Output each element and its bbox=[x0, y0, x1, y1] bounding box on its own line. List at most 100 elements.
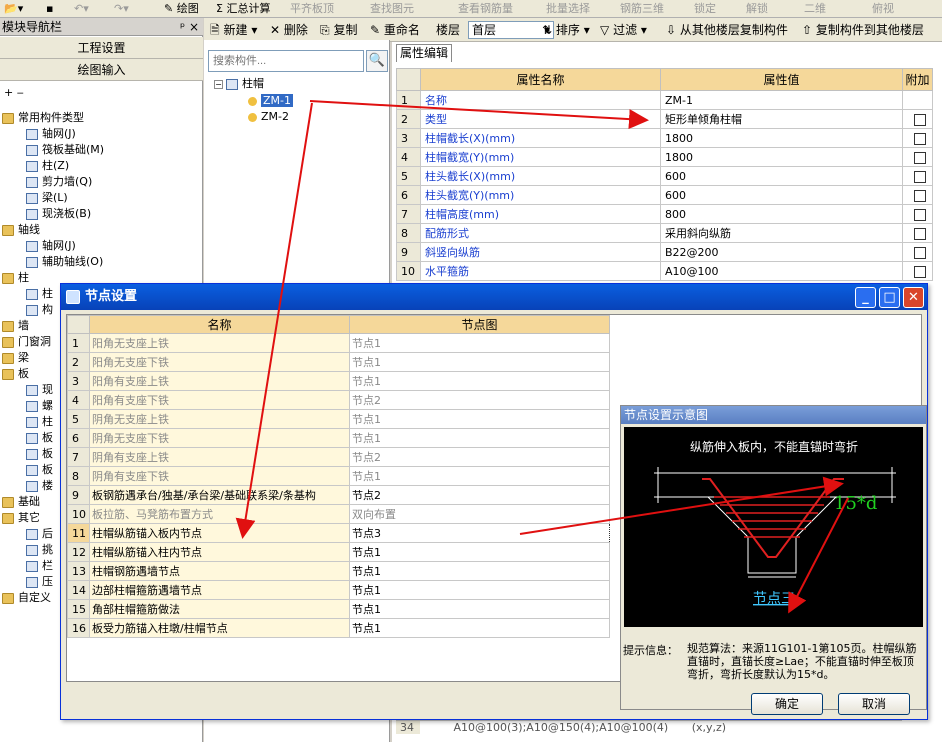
tree-item[interactable]: 轴网(J) bbox=[26, 126, 76, 142]
tree-folder[interactable]: 基础 bbox=[2, 494, 40, 510]
table-row[interactable]: 14 边部柱帽箍筋遇墙节点 节点1 bbox=[67, 580, 610, 600]
tree-folder[interactable]: 板 bbox=[2, 366, 29, 382]
table-row[interactable]: 6 柱头截宽(Y)(mm) 600 bbox=[396, 185, 933, 205]
property-value[interactable]: 1800 bbox=[660, 147, 903, 167]
unlock-button[interactable]: 解锁 bbox=[746, 1, 768, 17]
filter-button[interactable]: ▽ 过滤 ▾ bbox=[600, 22, 647, 38]
table-row[interactable]: 9 板钢筋遇承台/独基/承台梁/基础联系梁/条基构 节点2 bbox=[67, 485, 610, 505]
node-value[interactable]: 节点1 bbox=[349, 599, 610, 619]
find-element-button[interactable]: 查找图元 bbox=[370, 1, 414, 17]
property-value[interactable]: 采用斜向纵筋 bbox=[660, 223, 903, 243]
node-value[interactable]: 节点1 bbox=[349, 333, 610, 353]
tree-item[interactable]: 挑 bbox=[26, 542, 53, 558]
view-2d-select[interactable]: 二维 bbox=[804, 1, 826, 17]
copy-to-floor-button[interactable]: ⇧ 复制构件到其他楼层 bbox=[802, 22, 924, 38]
close-button[interactable]: ✕ bbox=[903, 287, 924, 308]
table-row[interactable]: 1 阳角无支座上铁 节点1 bbox=[67, 333, 610, 353]
property-value[interactable]: 600 bbox=[660, 185, 903, 205]
node-value[interactable]: 节点1 bbox=[349, 580, 610, 600]
save-icon[interactable]: ▪ bbox=[46, 1, 53, 17]
copy-button[interactable]: ⎘ 复制 bbox=[320, 22, 357, 38]
property-value[interactable]: B22@200 bbox=[660, 242, 903, 262]
table-row[interactable]: 16 板受力筋锚入柱墩/柱帽节点 节点1 bbox=[67, 618, 610, 638]
redo-icon[interactable]: ↷▾ bbox=[114, 1, 129, 17]
tree-folder[interactable]: 常用构件类型 bbox=[2, 110, 84, 126]
tree-item[interactable]: 板 bbox=[26, 446, 53, 462]
tree-item[interactable]: 后 bbox=[26, 526, 53, 542]
table-row[interactable]: 4 柱帽截宽(Y)(mm) 1800 bbox=[396, 147, 933, 167]
tree-item[interactable]: 柱 bbox=[26, 414, 53, 430]
tree-item[interactable]: 板 bbox=[26, 462, 53, 478]
extra-checkbox[interactable] bbox=[913, 151, 926, 164]
table-row[interactable]: 3 阳角有支座上铁 节点1 bbox=[67, 371, 610, 391]
tree-root-zm[interactable]: − 柱帽 bbox=[214, 76, 264, 92]
tree-folder[interactable]: 墙 bbox=[2, 318, 29, 334]
open-icon[interactable]: 📂▾ bbox=[4, 1, 23, 17]
tree-item[interactable]: 构 bbox=[26, 302, 53, 318]
table-row[interactable]: 13 柱帽钢筋遇墙节点 节点1 bbox=[67, 561, 610, 581]
tree-item[interactable]: 螺 bbox=[26, 398, 53, 414]
view-top-select[interactable]: 俯视 bbox=[872, 1, 894, 17]
delete-button[interactable]: ✕ 删除 bbox=[270, 22, 308, 38]
node-value[interactable]: 节点2 bbox=[349, 485, 610, 505]
node-value[interactable]: 节点3 bbox=[349, 523, 610, 543]
tree-item[interactable]: 压 bbox=[26, 574, 53, 590]
extra-checkbox[interactable] bbox=[913, 170, 926, 183]
property-value[interactable]: 矩形单倾角柱帽 bbox=[660, 109, 903, 129]
draw-button[interactable]: ✎ 绘图 bbox=[164, 1, 199, 17]
tree-folder[interactable]: 梁 bbox=[2, 350, 29, 366]
property-value[interactable]: 1800 bbox=[660, 128, 903, 148]
view-rebar-button[interactable]: 查看钢筋量 bbox=[458, 1, 513, 17]
copy-from-floor-button[interactable]: ⇩ 从其他楼层复制构件 bbox=[666, 22, 788, 38]
table-row[interactable]: 4 阳角有支座下铁 节点2 bbox=[67, 390, 610, 410]
undo-icon[interactable]: ↶▾ bbox=[74, 1, 89, 17]
table-row[interactable]: 8 阴角有支座下铁 节点1 bbox=[67, 466, 610, 486]
tree-item[interactable]: 辅助轴线(O) bbox=[26, 254, 103, 270]
table-row[interactable]: 8 配筋形式 采用斜向纵筋 bbox=[396, 223, 933, 243]
node-value[interactable]: 节点1 bbox=[349, 561, 610, 581]
tree-item-zm1[interactable]: ZM-1 bbox=[248, 93, 293, 109]
minimize-button[interactable]: _ bbox=[855, 287, 876, 308]
tree-item[interactable]: 柱(Z) bbox=[26, 158, 69, 174]
table-row[interactable]: 2 阳角无支座下铁 节点1 bbox=[67, 352, 610, 372]
tree-item[interactable]: 梁(L) bbox=[26, 190, 68, 206]
tree-item[interactable]: 轴网(J) bbox=[26, 238, 76, 254]
search-input[interactable] bbox=[208, 50, 364, 72]
tree-folder[interactable]: 轴线 bbox=[2, 222, 40, 238]
summary-calc-button[interactable]: Σ 汇总计算 bbox=[216, 1, 270, 17]
extra-checkbox[interactable] bbox=[913, 132, 926, 145]
collapse-icon[interactable]: − bbox=[214, 79, 223, 89]
table-row[interactable]: 5 阴角无支座上铁 节点1 bbox=[67, 409, 610, 429]
table-row[interactable]: 15 角部柱帽箍筋做法 节点1 bbox=[67, 599, 610, 619]
pin-close-icon[interactable]: ᵖ × bbox=[180, 18, 199, 36]
drawing-input-button[interactable]: 绘图输入 bbox=[0, 59, 203, 81]
maximize-button[interactable]: □ bbox=[879, 287, 900, 308]
extra-checkbox[interactable] bbox=[913, 246, 926, 259]
extra-checkbox[interactable] bbox=[913, 208, 926, 221]
table-row[interactable]: 9 斜竖向纵筋 B22@200 bbox=[396, 242, 933, 262]
table-row[interactable]: 5 柱头截长(X)(mm) 600 bbox=[396, 166, 933, 186]
tree-item[interactable]: 板 bbox=[26, 430, 53, 446]
tree-folder[interactable]: 自定义 bbox=[2, 590, 51, 606]
table-row[interactable]: 10 水平箍筋 A10@100 bbox=[396, 261, 933, 281]
tree-folder[interactable]: 门窗洞 bbox=[2, 334, 51, 350]
tree-folder[interactable]: 其它 bbox=[2, 510, 40, 526]
sort-button[interactable]: ⇅ 排序 ▾ bbox=[542, 22, 590, 38]
node-value[interactable]: 节点1 bbox=[349, 618, 610, 638]
project-settings-button[interactable]: 工程设置 bbox=[0, 37, 203, 59]
extra-checkbox[interactable] bbox=[913, 189, 926, 202]
table-row[interactable]: 10 板拉筋、马凳筋布置方式 双向布置 bbox=[67, 504, 610, 524]
table-row[interactable]: 1 名称 ZM-1 bbox=[396, 90, 933, 110]
cancel-button[interactable]: 取消 bbox=[838, 693, 910, 715]
table-row[interactable]: 7 阴角有支座上铁 节点2 bbox=[67, 447, 610, 467]
lock-button[interactable]: 锁定 bbox=[694, 1, 716, 17]
table-row[interactable]: 6 阴角无支座下铁 节点1 bbox=[67, 428, 610, 448]
node-value[interactable]: 双向布置 bbox=[349, 504, 610, 524]
extra-checkbox[interactable] bbox=[913, 113, 926, 126]
tree-item[interactable]: 楼 bbox=[26, 478, 53, 494]
tree-item[interactable]: 筏板基础(M) bbox=[26, 142, 104, 158]
node-value[interactable]: 节点1 bbox=[349, 466, 610, 486]
extra-checkbox[interactable] bbox=[913, 227, 926, 240]
table-row[interactable]: 12 柱帽纵筋锚入柱内节点 节点1 bbox=[67, 542, 610, 562]
property-value[interactable]: A10@100 bbox=[660, 261, 903, 281]
